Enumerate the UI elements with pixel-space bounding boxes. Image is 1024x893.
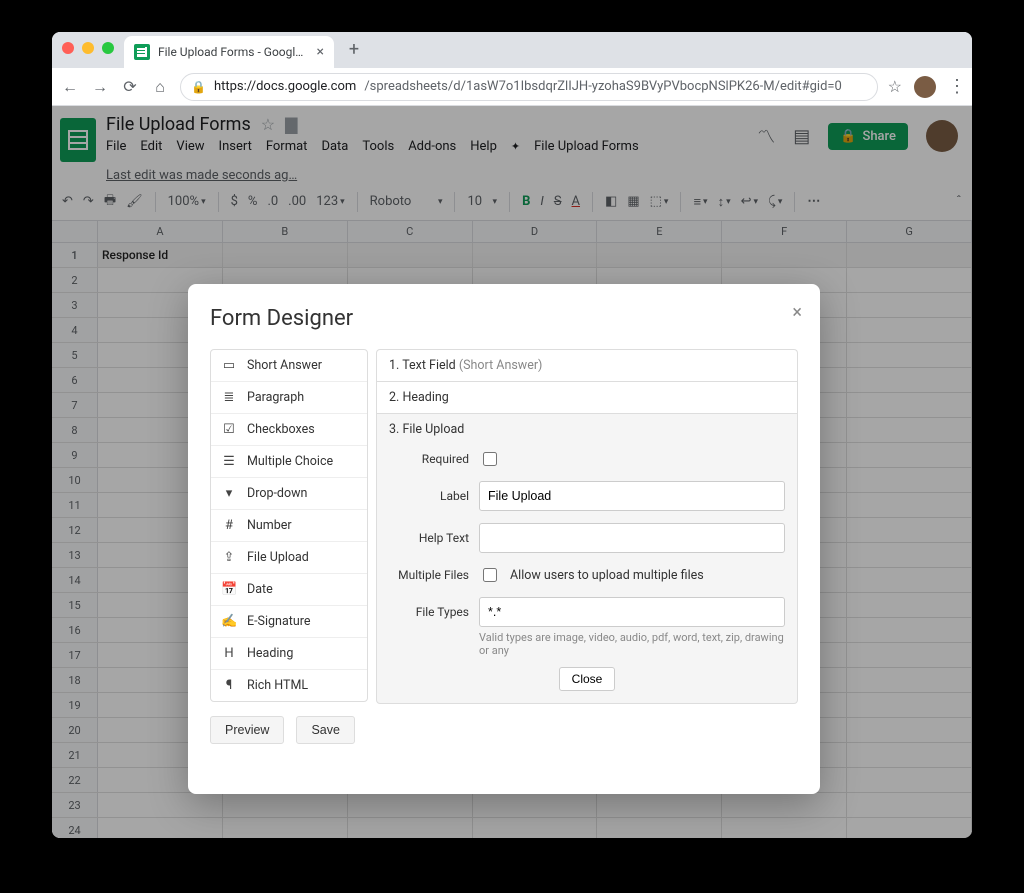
- bookmark-icon[interactable]: ☆: [888, 77, 902, 96]
- field-type-label: File Upload: [247, 550, 309, 565]
- field-type-item[interactable]: ✍ E-Signature: [211, 606, 367, 638]
- forward-button[interactable]: →: [90, 77, 110, 97]
- field-type-item[interactable]: 📅 Date: [211, 574, 367, 606]
- url-host: https://docs.google.com: [214, 79, 356, 94]
- filetypes-input[interactable]: [479, 597, 785, 627]
- filetypes-label: File Types: [389, 605, 469, 619]
- browser-window: File Upload Forms - Google Sh × + ← → ⟳ …: [52, 32, 972, 838]
- field-type-item[interactable]: ☰ Multiple Choice: [211, 446, 367, 478]
- browser-tab[interactable]: File Upload Forms - Google Sh ×: [124, 36, 334, 68]
- field-type-icon: ≣: [221, 390, 237, 405]
- form-item-header[interactable]: 3. File Upload: [389, 422, 785, 437]
- tab-close-icon[interactable]: ×: [317, 44, 324, 60]
- field-type-label: Heading: [247, 646, 293, 661]
- window-controls: [62, 42, 114, 54]
- save-button[interactable]: Save: [296, 716, 355, 744]
- profile-avatar-icon[interactable]: [914, 76, 936, 98]
- form-item-expanded: 3. File Upload Required Label Help T: [376, 413, 798, 704]
- multiple-files-checkbox[interactable]: [483, 568, 497, 582]
- field-type-icon: ☑: [221, 422, 237, 437]
- field-type-label: Short Answer: [247, 358, 322, 373]
- form-items-panel: 1. Text Field (Short Answer) 2. Heading …: [376, 349, 798, 744]
- browser-menu-icon[interactable]: ⋮: [948, 76, 964, 97]
- minimize-window-icon[interactable]: [82, 42, 94, 54]
- reload-button[interactable]: ⟳: [120, 77, 140, 96]
- field-type-item[interactable]: # Number: [211, 510, 367, 542]
- url-field[interactable]: 🔒 https://docs.google.com/spreadsheets/d…: [180, 73, 878, 101]
- field-type-label: Number: [247, 518, 292, 533]
- field-type-label: Drop-down: [247, 486, 307, 501]
- field-type-list: ▭ Short Answer ≣ Paragraph ☑ Checkboxes ☰ Multi…: [210, 349, 368, 702]
- field-type-item[interactable]: ≣ Paragraph: [211, 382, 367, 414]
- close-window-icon[interactable]: [62, 42, 74, 54]
- address-bar: ← → ⟳ ⌂ 🔒 https://docs.google.com/spread…: [52, 68, 972, 106]
- modal-title: Form Designer: [210, 306, 798, 331]
- field-type-item[interactable]: H Heading: [211, 638, 367, 670]
- field-type-icon: ✍: [221, 614, 237, 629]
- field-type-label: Paragraph: [247, 390, 304, 405]
- form-item[interactable]: 2. Heading: [376, 381, 798, 413]
- lock-icon: 🔒: [191, 80, 206, 94]
- required-checkbox[interactable]: [483, 452, 497, 466]
- close-item-button[interactable]: Close: [559, 667, 616, 691]
- preview-button[interactable]: Preview: [210, 716, 284, 744]
- field-type-icon: #: [221, 518, 237, 533]
- sheets-favicon-icon: [134, 44, 150, 60]
- field-type-item[interactable]: ¶ Rich HTML: [211, 670, 367, 701]
- tab-title: File Upload Forms - Google Sh: [158, 45, 309, 59]
- field-type-icon: H: [221, 646, 237, 661]
- field-type-item[interactable]: ☑ Checkboxes: [211, 414, 367, 446]
- field-type-item[interactable]: ▭ Short Answer: [211, 350, 367, 382]
- form-item[interactable]: 1. Text Field (Short Answer): [376, 349, 798, 381]
- label-label: Label: [389, 489, 469, 503]
- form-designer-modal: Form Designer × ▭ Short Answer ≣ Paragraph ☑…: [188, 284, 820, 794]
- field-type-label: Rich HTML: [247, 678, 308, 693]
- multiple-files-label: Multiple Files: [389, 568, 469, 582]
- url-path: /spreadsheets/d/1asW7o1IbsdqrZlIJH-yzoha…: [364, 79, 842, 94]
- new-tab-button[interactable]: +: [340, 35, 368, 63]
- filetypes-hint: Valid types are image, video, audio, pdf…: [479, 631, 785, 657]
- modal-close-icon[interactable]: ×: [792, 302, 802, 323]
- helptext-label: Help Text: [389, 531, 469, 545]
- field-type-icon: ☰: [221, 454, 237, 469]
- field-type-icon: ⇪: [221, 550, 237, 565]
- home-button[interactable]: ⌂: [150, 77, 170, 97]
- titlebar: File Upload Forms - Google Sh × +: [52, 32, 972, 68]
- field-type-icon: ▭: [221, 358, 237, 373]
- field-type-label: Date: [247, 582, 273, 597]
- multiple-files-text: Allow users to upload multiple files: [510, 568, 704, 583]
- field-type-icon: ▾: [221, 486, 237, 501]
- back-button[interactable]: ←: [60, 77, 80, 97]
- field-type-item[interactable]: ▾ Drop-down: [211, 478, 367, 510]
- field-type-label: Multiple Choice: [247, 454, 333, 469]
- required-label: Required: [389, 452, 469, 466]
- field-type-icon: ¶: [221, 678, 237, 693]
- field-type-label: Checkboxes: [247, 422, 315, 437]
- field-type-icon: 📅: [221, 582, 237, 597]
- sheets-app: File Upload Forms ☆ ▇ File Edit View Ins…: [52, 106, 972, 838]
- field-type-item[interactable]: ⇪ File Upload: [211, 542, 367, 574]
- helptext-input[interactable]: [479, 523, 785, 553]
- field-type-label: E-Signature: [247, 614, 310, 629]
- maximize-window-icon[interactable]: [102, 42, 114, 54]
- label-input[interactable]: [479, 481, 785, 511]
